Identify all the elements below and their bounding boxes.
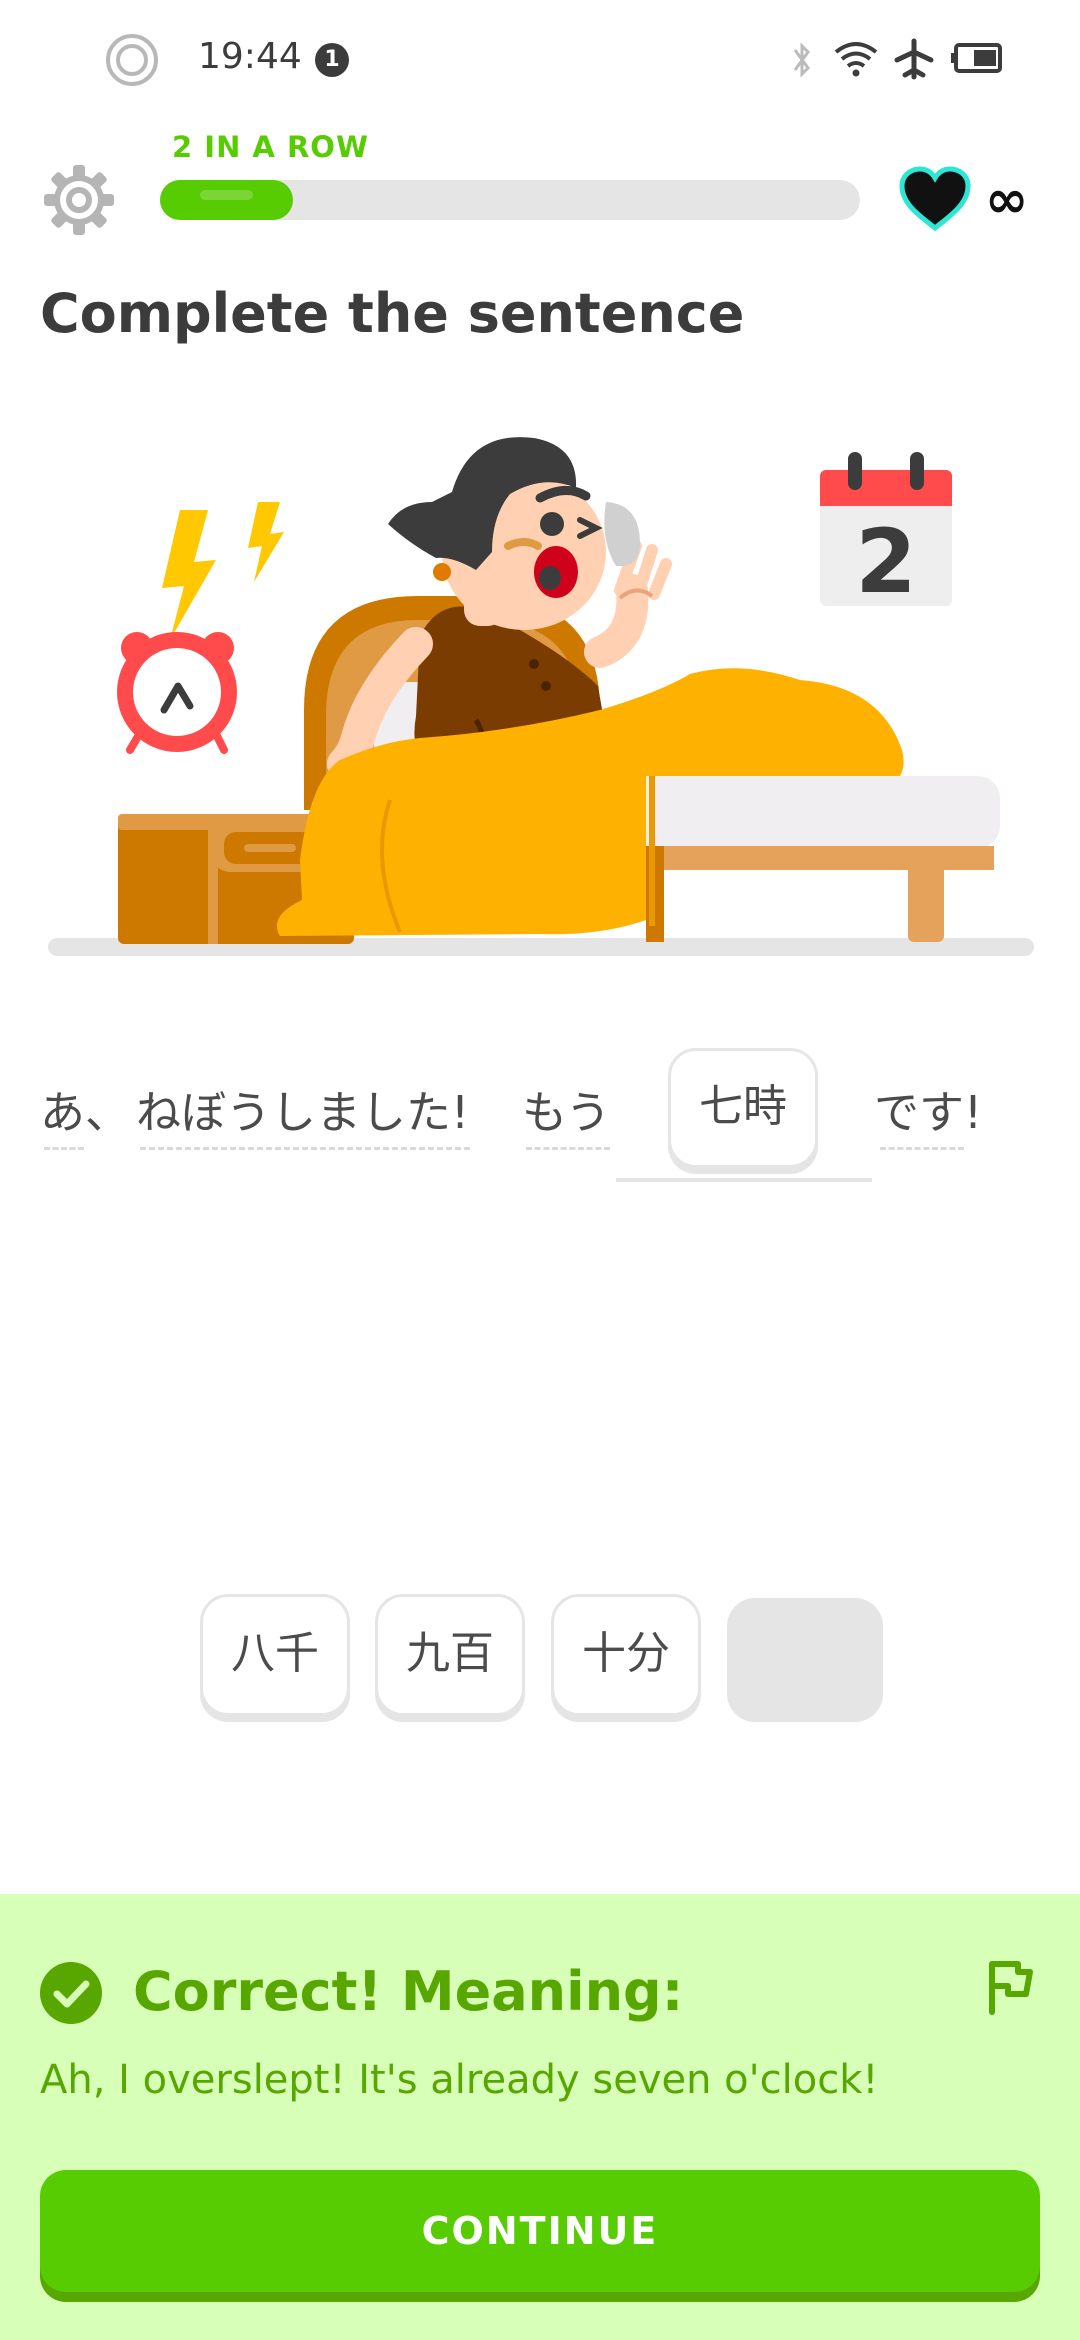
answer-blank-line: [616, 1178, 872, 1182]
report-flag-icon[interactable]: [984, 1956, 1036, 2016]
heart-icon: [899, 166, 971, 232]
settings-gear-icon[interactable]: [42, 163, 116, 237]
word-underline: [44, 1147, 84, 1150]
word-underline: [880, 1147, 964, 1150]
sentence-word[interactable]: ねぼうしました!: [136, 1076, 469, 1141]
sentence-word[interactable]: です!: [874, 1076, 982, 1141]
calendar-day: 2: [855, 510, 916, 613]
battery-icon: [951, 43, 1002, 73]
status-time: 19:44: [198, 36, 302, 77]
continue-button[interactable]: CONTINUE: [40, 2170, 1040, 2292]
sentence-word[interactable]: あ、: [40, 1076, 130, 1141]
calendar-icon: 2: [820, 452, 952, 613]
feedback-title: Correct! Meaning:: [133, 1960, 684, 2023]
progress-shine: [200, 190, 253, 200]
word-bank-chip[interactable]: 八千: [200, 1594, 350, 1716]
word-underline: [140, 1147, 470, 1150]
check-icon: [40, 1962, 102, 2024]
selected-answer-chip[interactable]: 七時: [668, 1048, 818, 1168]
bluetooth-icon: [793, 42, 810, 78]
lightning-icon: [162, 502, 284, 640]
sentence-word[interactable]: もう: [522, 1076, 611, 1141]
word-bank-chip[interactable]: 九百: [375, 1594, 525, 1716]
streak-label: 2 IN A ROW: [172, 130, 369, 164]
alarm-clock-icon: [117, 632, 237, 754]
airplane-mode-icon: [894, 38, 934, 80]
feedback-meaning: Ah, I overslept! It's already seven o'cl…: [40, 2057, 879, 2103]
progress-bar: [160, 180, 860, 220]
word-underline: [526, 1147, 610, 1150]
word-bank-chip[interactable]: 十分: [551, 1594, 701, 1716]
status-bar: 19:44 1: [0, 0, 1080, 120]
infinite-hearts-label: ∞: [985, 170, 1029, 230]
word-bank-empty-slot: [727, 1598, 883, 1722]
record-icon: [106, 34, 158, 86]
exercise-title: Complete the sentence: [40, 282, 745, 345]
progress-fill: [160, 180, 293, 220]
notification-badge: 1: [315, 43, 349, 77]
wifi-icon: [834, 42, 878, 77]
illustration: 2: [48, 437, 1034, 956]
